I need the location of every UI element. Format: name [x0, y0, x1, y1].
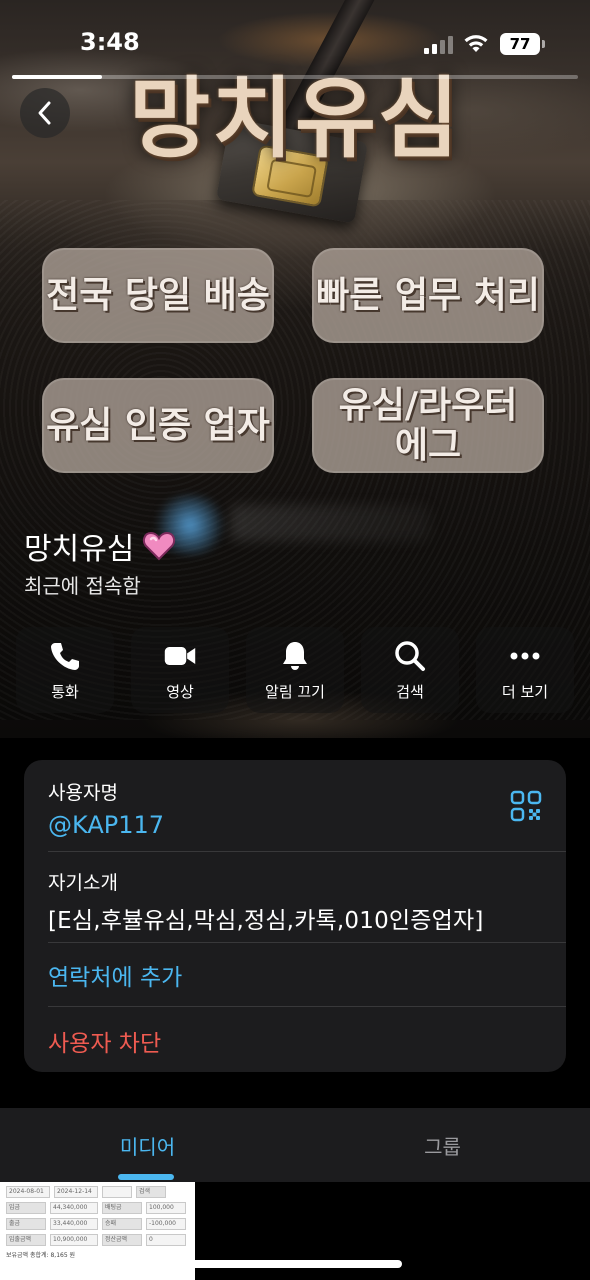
phone-icon — [51, 642, 79, 670]
bio-label: 자기소개 — [48, 872, 118, 894]
search-label: 검색 — [396, 682, 424, 701]
divider — [48, 942, 566, 943]
cover-progress-fill — [12, 75, 102, 79]
thumb-empty-field — [102, 1186, 132, 1198]
wifi-icon — [464, 35, 488, 52]
cover-badge-router-egg: 유심/라우터 에그 — [312, 378, 544, 473]
cover-progress-bar — [12, 75, 578, 79]
more-button[interactable]: 더 보기 — [476, 627, 574, 713]
more-icon — [510, 652, 540, 659]
bio-row: 자기소개 [E심,후뷸유심,막심,정심,카톡,010인증업자] — [48, 868, 566, 935]
profile-actions: 통화 영상 알림 끄기 검색 더 보기 — [16, 627, 574, 713]
thumb-cell: 입금 — [6, 1202, 46, 1214]
thumb-cell: -100,000 — [146, 1218, 186, 1230]
active-tab-indicator — [118, 1174, 174, 1180]
qr-code-icon[interactable] — [510, 790, 542, 822]
cellular-signal-icon — [424, 36, 454, 54]
search-button[interactable]: 검색 — [361, 627, 459, 713]
blurred-watermark — [230, 505, 430, 541]
mute-label: 알림 끄기 — [265, 682, 325, 701]
cover-badge-fast-service: 빠른 업무 처리 — [312, 248, 544, 343]
bell-icon — [283, 641, 307, 670]
search-icon — [395, 640, 425, 671]
back-button[interactable] — [20, 88, 70, 138]
thumb-cell: 10,900,000 — [50, 1234, 98, 1246]
add-contact-label: 연락처에 추가 — [48, 965, 183, 991]
thumb-cell: 출금 — [6, 1218, 46, 1230]
last-seen-status: 최근에 접속함 — [24, 574, 141, 598]
thumb-cell: 33,440,000 — [50, 1218, 98, 1230]
call-button[interactable]: 통화 — [16, 627, 114, 713]
thumb-search-button: 검색 — [136, 1186, 166, 1198]
chevron-left-icon — [38, 101, 51, 125]
username-value[interactable]: @KAP117 — [48, 811, 566, 839]
thumb-cell: 44,340,000 — [50, 1202, 98, 1214]
video-call-button[interactable]: 영상 — [131, 627, 229, 713]
thumb-cell: 승패 — [102, 1218, 142, 1230]
divider — [48, 851, 566, 852]
cover-title: 망치유심 — [129, 67, 461, 170]
video-label: 영상 — [166, 682, 194, 701]
profile-name: 망치유심 — [24, 532, 135, 567]
block-user-button[interactable]: 사용자 차단 — [48, 1024, 566, 1058]
profile-name-row: 망치유심 — [24, 524, 176, 568]
more-label: 더 보기 — [501, 682, 549, 701]
video-icon — [164, 646, 196, 665]
cover-badge-verified-seller: 유심 인증 업자 — [42, 378, 274, 473]
profile-info-card: 사용자명 @KAP117 자기소개 [E심,후뷸유심,막심,정심,카톡,010인… — [24, 760, 566, 1072]
tab-groups[interactable]: 그룹 — [295, 1108, 590, 1182]
status-time: 3:48 — [80, 28, 140, 56]
thumb-cell: 정산금액 — [102, 1234, 142, 1246]
username-label: 사용자명 — [48, 782, 118, 804]
block-user-label: 사용자 차단 — [48, 1031, 162, 1057]
divider — [48, 1006, 566, 1007]
call-label: 통화 — [51, 682, 79, 701]
thumb-date-to: 2024-12-14 — [54, 1186, 98, 1198]
thumb-date-from: 2024-08-01 — [6, 1186, 50, 1198]
bio-value: [E심,후뷸유심,막심,정심,카톡,010인증업자] — [48, 908, 484, 934]
mute-notifications-button[interactable]: 알림 끄기 — [246, 627, 344, 713]
thumb-cell: 배팅금 — [102, 1202, 142, 1214]
add-contact-button[interactable]: 연락처에 추가 — [48, 958, 566, 992]
thumb-cell: 100,000 — [146, 1202, 186, 1214]
tab-media[interactable]: 미디어 — [0, 1108, 295, 1182]
thumb-cell: 0 — [146, 1234, 186, 1246]
home-indicator[interactable] — [190, 1260, 402, 1268]
username-row[interactable]: 사용자명 @KAP117 — [48, 778, 566, 839]
profile-tabs: 미디어 그룹 — [0, 1108, 590, 1182]
media-thumbnail[interactable]: 2024-08-01 2024-12-14 검색 입금 44,340,000 배… — [0, 1182, 195, 1280]
pink-heart-icon — [143, 531, 176, 561]
cover-badge-delivery: 전국 당일 배송 — [42, 248, 274, 343]
thumb-footer: 보유금액 총합계: 8,165 원 — [6, 1252, 76, 1259]
battery-icon: 77 — [500, 33, 545, 55]
thumb-cell: 입출금액 — [6, 1234, 46, 1246]
